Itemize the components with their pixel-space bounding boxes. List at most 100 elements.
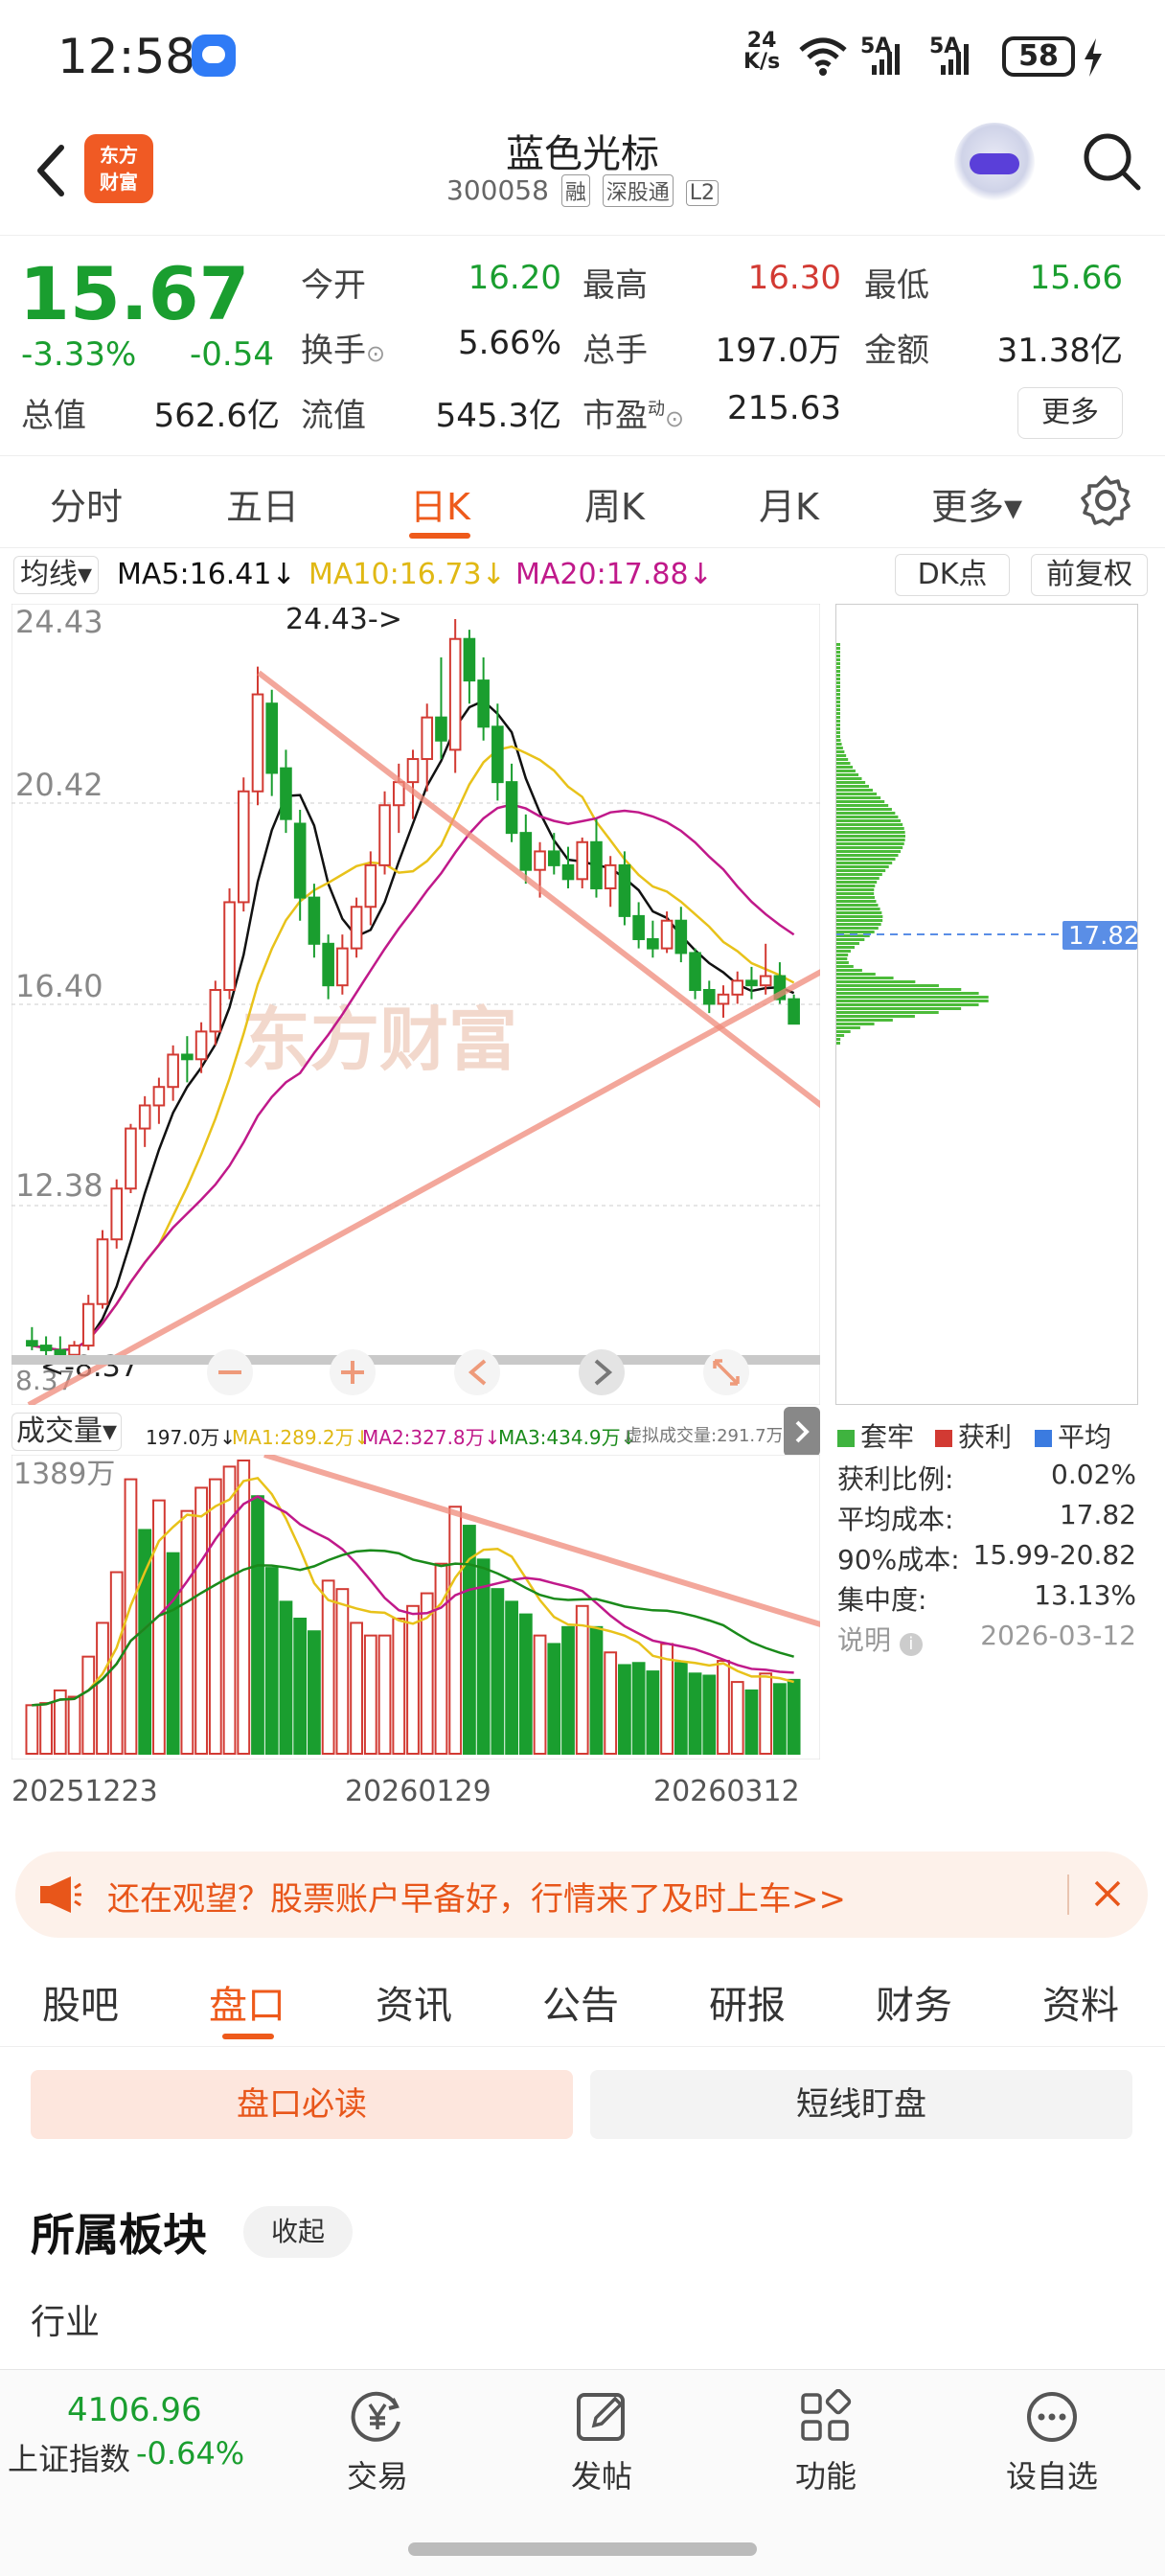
volume-bar xyxy=(505,1600,518,1755)
market-cap-label: 总值 xyxy=(21,397,86,435)
candle-body xyxy=(519,832,533,871)
distribution-bar xyxy=(836,904,879,907)
more-quote-button[interactable]: 更多 xyxy=(1017,387,1123,439)
grid-apps-icon xyxy=(801,2389,852,2441)
distribution-bar xyxy=(836,1038,841,1041)
volume-bar xyxy=(618,1664,631,1756)
index-change[interactable]: -0.64% xyxy=(136,2435,244,2472)
distribution-bar xyxy=(836,1023,875,1025)
nav-functions[interactable]: 功能 xyxy=(759,2389,893,2496)
volume-expand-button[interactable] xyxy=(784,1407,820,1457)
volume-type-select[interactable]: 成交量▾ xyxy=(11,1413,123,1451)
candle-body xyxy=(435,716,447,742)
candle-body xyxy=(181,1053,194,1061)
tab-intraday[interactable]: 分时 xyxy=(50,477,123,530)
scroll-left-button[interactable] xyxy=(454,1349,500,1395)
search-icon[interactable] xyxy=(1079,128,1146,196)
fullscreen-button[interactable] xyxy=(703,1349,749,1395)
distribution-bar xyxy=(836,643,840,646)
distribution-bar xyxy=(836,1030,851,1033)
volume-chart[interactable]: 1389万 xyxy=(11,1455,820,1760)
adjust-mode-button[interactable]: 前复权 xyxy=(1031,554,1148,596)
current-price: 15.67 xyxy=(19,251,250,336)
home-indicator[interactable] xyxy=(408,2542,757,2556)
distribution-bar xyxy=(836,658,840,661)
y-tick-16-40: 16.40 xyxy=(15,968,103,1004)
distribution-bar xyxy=(836,839,905,841)
index-name[interactable]: 上证指数 xyxy=(8,2435,130,2479)
nav-trade[interactable]: 交易 xyxy=(310,2389,445,2496)
distribution-bar xyxy=(836,681,840,684)
tab-forum[interactable]: 股吧 xyxy=(42,1974,119,2030)
float-cap-label: 流值 xyxy=(301,397,366,435)
tab-research[interactable]: 研报 xyxy=(709,1974,786,2030)
level2-tag: L2 xyxy=(685,180,719,206)
scroll-right-button[interactable] xyxy=(579,1349,625,1395)
nav-watchlist[interactable]: 设自选 xyxy=(985,2389,1119,2496)
tab-finance[interactable]: 财务 xyxy=(876,1974,952,2030)
tab-pankou[interactable]: 盘口 xyxy=(209,1974,286,2030)
net-speed: 24 K/s xyxy=(743,29,781,74)
gear-icon[interactable] xyxy=(1079,473,1132,527)
volume-bar xyxy=(547,1643,561,1755)
volume-now: 197.0万↓ xyxy=(146,1426,237,1449)
candle-body xyxy=(265,702,279,774)
zoom-out-button[interactable] xyxy=(207,1349,253,1395)
distribution-bar xyxy=(836,908,880,910)
close-icon[interactable] xyxy=(1092,1878,1123,1909)
stat-note[interactable]: 说明 i 2026-03-12 xyxy=(837,1620,1136,1658)
zoom-in-button[interactable] xyxy=(330,1349,376,1395)
tab-monthly-k[interactable]: 月K xyxy=(759,477,819,530)
distribution-bar xyxy=(836,869,886,872)
candle-body xyxy=(336,947,349,987)
open-value: 16.20 xyxy=(468,259,561,297)
distribution-bar xyxy=(836,885,876,887)
open-label: 今开 xyxy=(301,266,366,305)
chip-distribution-chart[interactable]: 17.82 xyxy=(835,604,1138,1405)
distribution-bar xyxy=(836,915,883,918)
candle-body xyxy=(660,919,674,950)
tab-daily-k[interactable]: 日K xyxy=(410,477,470,530)
chat-app-icon xyxy=(192,34,236,77)
tab-more-periods[interactable]: 更多▾ xyxy=(931,477,1022,530)
candle-body xyxy=(632,914,645,940)
high-label: 最高 xyxy=(582,266,648,305)
candle-body xyxy=(125,1127,137,1190)
tab-profile[interactable]: 资料 xyxy=(1042,1974,1119,2030)
distribution-bar xyxy=(836,693,840,696)
distribution-bar xyxy=(836,931,875,933)
distribution-bar xyxy=(836,697,840,700)
dk-point-button[interactable]: DK点 xyxy=(895,554,1010,596)
index-value[interactable]: 4106.96 xyxy=(67,2391,202,2429)
assistant-robot-icon[interactable] xyxy=(954,123,1035,203)
collapse-button[interactable]: 收起 xyxy=(243,2206,353,2258)
banner-divider xyxy=(1067,1874,1069,1915)
promo-banner[interactable]: 还在观望？股票账户早备好，行情来了及时上车>> xyxy=(15,1852,1148,1938)
chart-scrollbar[interactable] xyxy=(11,1355,820,1365)
ma-type-select[interactable]: 均线▾ xyxy=(13,556,100,594)
bottom-navigation: 4106.96 上证指数 -0.64% 交易 发帖 功能 设自选 xyxy=(0,2369,1165,2576)
distribution-bar xyxy=(836,892,875,895)
candlestick-chart[interactable]: 东方财富 24.43 20.42 16.40 12.38 8.37 24.43-… xyxy=(11,604,820,1405)
tab-weekly-k[interactable]: 周K xyxy=(584,477,645,530)
tab-announcements[interactable]: 公告 xyxy=(542,1974,619,2030)
amount-label: 金额 xyxy=(864,332,929,370)
distribution-bar xyxy=(836,923,881,926)
high-value: 16.30 xyxy=(747,259,841,297)
distribution-bar xyxy=(836,965,854,968)
tab-five-day[interactable]: 五日 xyxy=(226,477,299,530)
pankou-must-read-button[interactable]: 盘口必读 xyxy=(31,2070,573,2139)
volume-bar xyxy=(308,1630,321,1755)
candle-body xyxy=(308,896,321,945)
distribution-bar xyxy=(836,992,979,995)
candle-body xyxy=(448,637,462,751)
tab-news[interactable]: 资讯 xyxy=(376,1974,452,2030)
distribution-bar xyxy=(836,655,840,657)
info-icon[interactable]: ⊙ xyxy=(366,340,385,367)
short-term-watch-button[interactable]: 短线盯盘 xyxy=(590,2070,1132,2139)
info-icon[interactable]: ⊙ xyxy=(665,405,684,432)
candle-body xyxy=(421,716,434,761)
nav-post[interactable]: 发帖 xyxy=(535,2389,669,2496)
distribution-bar xyxy=(836,647,840,650)
distribution-bar xyxy=(836,720,840,723)
